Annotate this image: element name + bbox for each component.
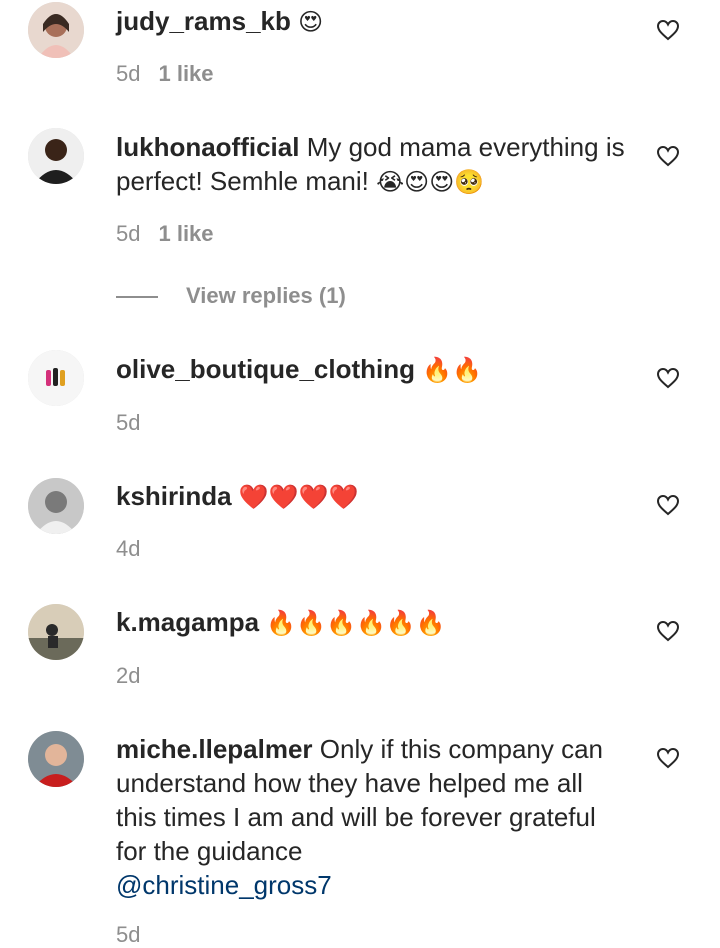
comment-time: 5d <box>116 221 141 246</box>
like-heart-icon[interactable] <box>656 747 680 769</box>
avatar[interactable] <box>28 604 84 660</box>
avatar[interactable] <box>28 478 84 534</box>
avatar[interactable] <box>28 731 84 787</box>
comment-likes[interactable]: 1 like <box>158 221 213 246</box>
comment-username[interactable]: olive_boutique_clothing <box>116 354 415 384</box>
view-replies-label: View replies (1) <box>186 283 346 308</box>
like-heart-icon[interactable] <box>656 367 680 389</box>
avatar[interactable] <box>28 2 84 58</box>
comment-time: 5d <box>116 61 141 86</box>
like-heart-icon[interactable] <box>656 19 680 41</box>
comment-time: 5d <box>116 410 141 435</box>
comment-username[interactable]: lukhonaofficial <box>116 132 299 162</box>
comment-username[interactable]: judy_rams_kb <box>116 6 291 36</box>
comment-username[interactable]: miche.llepalmer <box>116 734 313 764</box>
comment-emoji: 🔥🔥🔥🔥🔥🔥 <box>266 609 446 637</box>
comment-username[interactable]: kshirinda <box>116 481 232 511</box>
comment-emoji: 😍 <box>298 8 324 36</box>
like-heart-icon[interactable] <box>656 494 680 516</box>
comment-time: 5d <box>116 922 141 947</box>
avatar[interactable] <box>28 128 84 184</box>
comment-emoji: 🔥🔥 <box>422 356 483 384</box>
comment-emoji: ❤️❤️❤️❤️ <box>238 483 359 511</box>
comment-likes[interactable]: 1 like <box>158 61 213 86</box>
comment-emoji: 😭😍😍🥺 <box>376 168 485 196</box>
avatar[interactable] <box>28 350 84 406</box>
view-replies-button[interactable]: View replies (1) <box>116 283 346 309</box>
comment-username[interactable]: k.magampa <box>116 607 259 637</box>
like-heart-icon[interactable] <box>656 620 680 642</box>
replies-divider <box>116 296 158 299</box>
comment-mention-link[interactable]: @christine_gross7 <box>116 870 332 900</box>
comment-time: 4d <box>116 536 141 561</box>
comment-time: 2d <box>116 663 141 688</box>
like-heart-icon[interactable] <box>656 145 680 167</box>
